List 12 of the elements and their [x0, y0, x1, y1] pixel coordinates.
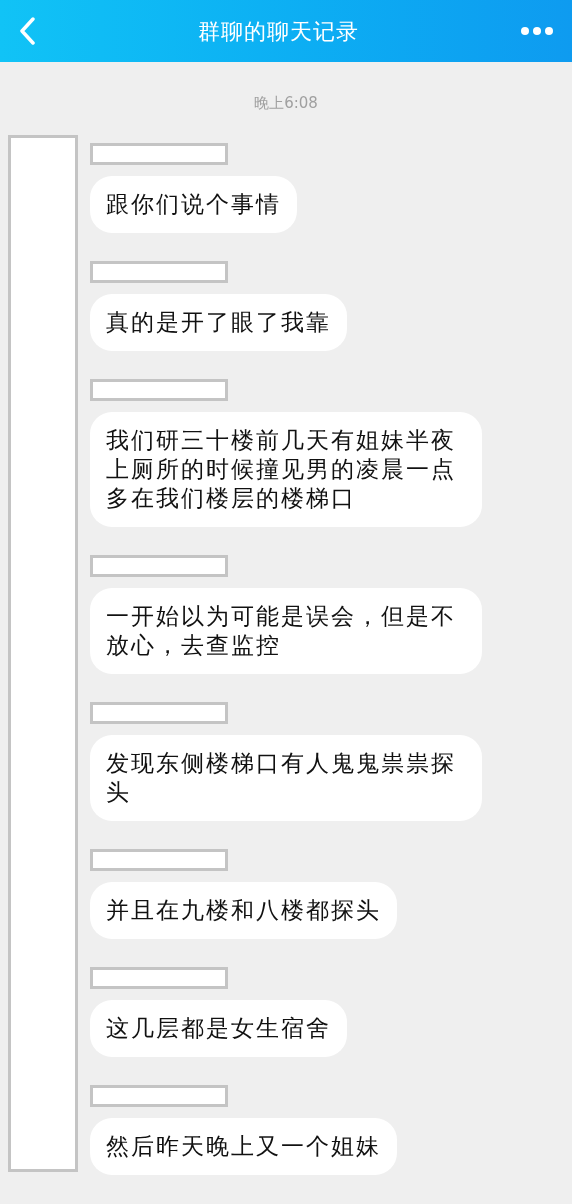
- message-bubble: 然后昨天晚上又一个姐妹: [90, 1118, 397, 1175]
- message-bubble: 发现东侧楼梯口有人鬼鬼祟祟探头: [90, 735, 482, 821]
- chat-title: 群聊的聊天记录: [197, 17, 359, 46]
- message-bubble: 跟你们说个事情: [90, 176, 297, 233]
- message-bubble: 一开始以为可能是误会，但是不放心，去查监控: [90, 588, 482, 674]
- message-bubble: 真的是开了眼了我靠: [90, 294, 347, 351]
- timestamp: 晚上6:08: [254, 93, 318, 114]
- message-bubble: 我们研三十楼前几天有姐妹半夜上厕所的时候撞见男的凌晨一点多在我们楼层的楼梯口: [90, 412, 482, 527]
- message-bubble: 这几层都是女生宿舍: [90, 1000, 347, 1057]
- back-icon[interactable]: [18, 17, 36, 45]
- message-bubble: 并且在九楼和八楼都探头: [90, 882, 397, 939]
- more-icon[interactable]: [520, 26, 554, 36]
